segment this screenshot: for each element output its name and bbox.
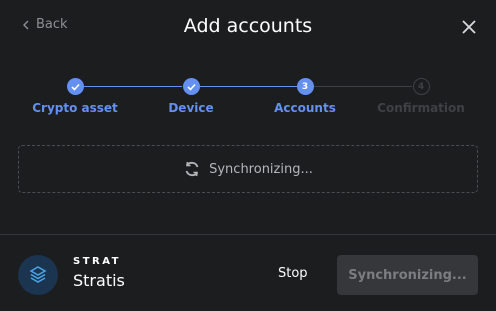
step-label: Accounts: [274, 101, 336, 115]
step-crypto-asset: Crypto asset: [15, 72, 135, 115]
step-label: Device: [168, 101, 214, 115]
modal-title: Add accounts: [183, 15, 313, 37]
stepper: Crypto asset Device 3 Accounts 4 Confirm…: [0, 72, 496, 122]
step-label: Confirmation: [377, 101, 465, 115]
stratis-icon: [18, 255, 58, 295]
modal-footer: STRAT Stratis Stop Synchronizing...: [0, 235, 496, 311]
modal-header: Back Add accounts: [0, 0, 496, 56]
step-number: 4: [412, 78, 430, 95]
step-number: 3: [296, 78, 314, 95]
stop-button[interactable]: Stop: [278, 266, 308, 281]
check-icon: [182, 78, 200, 95]
check-icon: [66, 78, 84, 95]
sync-status-text: Synchronizing...: [209, 161, 313, 177]
step-device: Device: [131, 72, 251, 115]
step-label: Crypto asset: [32, 101, 118, 115]
synchronizing-button[interactable]: Synchronizing...: [337, 255, 478, 295]
coin-name: Stratis: [73, 271, 125, 290]
step-accounts: 3 Accounts: [245, 72, 365, 115]
sync-status-box: Synchronizing...: [18, 145, 478, 193]
coin-ticker: STRAT: [73, 256, 122, 267]
step-confirmation: 4 Confirmation: [361, 72, 481, 115]
refresh-icon: [185, 161, 199, 177]
close-icon[interactable]: [460, 18, 478, 36]
